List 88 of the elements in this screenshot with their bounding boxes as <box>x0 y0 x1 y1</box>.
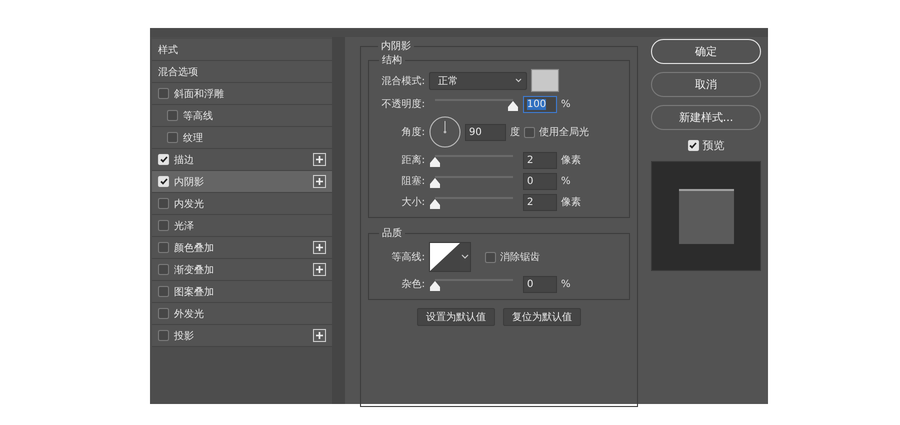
item-label: 外发光 <box>174 308 205 320</box>
dialog-button[interactable]: 取消 <box>651 72 761 97</box>
checkbox-label: 预览 <box>702 138 724 153</box>
slider-thumb[interactable] <box>508 101 518 111</box>
group-title: 品质 <box>381 226 403 240</box>
number-field[interactable]: 90 <box>465 124 506 140</box>
checkbox[interactable] <box>158 286 169 297</box>
style-list-item[interactable]: 光泽 <box>152 215 332 237</box>
checkbox[interactable] <box>167 132 178 143</box>
checkbox-label: 消除锯齿 <box>500 250 540 264</box>
item-label: 斜面和浮雕 <box>174 88 225 100</box>
checkbox[interactable] <box>158 88 169 99</box>
unit-label: % <box>561 98 571 110</box>
default-button[interactable]: 复位为默认值 <box>503 308 581 326</box>
unit-label: % <box>561 176 571 186</box>
add-icon[interactable] <box>313 241 326 254</box>
style-list-item[interactable]: 内阴影 <box>152 171 332 193</box>
item-label: 混合选项 <box>158 66 199 78</box>
style-list-item[interactable]: 样式 <box>152 39 332 61</box>
item-label: 样式 <box>158 44 179 56</box>
chevron-down-icon <box>515 78 522 83</box>
group-title: 结构 <box>381 54 403 67</box>
checkbox[interactable] <box>524 126 535 138</box>
item-label: 图案叠加 <box>174 286 215 298</box>
number-field[interactable]: 100 <box>523 96 557 112</box>
field-label: 距离: <box>400 154 425 167</box>
color-swatch[interactable] <box>531 69 559 92</box>
dialog-button[interactable]: 确定 <box>651 39 761 64</box>
slider-thumb[interactable] <box>430 199 440 209</box>
add-icon[interactable] <box>313 175 326 188</box>
field-label: 杂色: <box>400 278 425 291</box>
angle-dial[interactable] <box>429 116 461 148</box>
style-list-item[interactable]: 描边 <box>152 149 332 171</box>
field-label: 阻塞: <box>400 174 425 188</box>
unit-label: % <box>561 278 571 290</box>
number-field[interactable]: 2 <box>523 152 557 168</box>
checkbox[interactable] <box>158 242 169 253</box>
preview-square <box>678 188 734 244</box>
unit-label: 度 <box>510 126 520 139</box>
item-label: 描边 <box>174 154 195 166</box>
dialog-button[interactable]: 新建样式... <box>651 105 761 130</box>
add-icon[interactable] <box>313 153 326 166</box>
style-list-item[interactable]: 等高线 <box>152 105 332 127</box>
style-list-item[interactable]: 外发光 <box>152 303 332 325</box>
checkbox[interactable] <box>158 308 169 319</box>
style-list-item[interactable]: 斜面和浮雕 <box>152 83 332 105</box>
slider-thumb[interactable] <box>430 281 440 291</box>
item-label: 内发光 <box>174 198 205 210</box>
field-label: 大小: <box>400 196 425 209</box>
style-list-item[interactable]: 渐变叠加 <box>152 259 332 281</box>
item-label: 颜色叠加 <box>174 242 215 254</box>
item-label: 光泽 <box>174 220 195 232</box>
unit-label: 像素 <box>561 196 581 209</box>
blend-mode-dropdown[interactable]: 正常 <box>429 72 527 90</box>
field-label: 混合模式: <box>380 74 425 88</box>
item-label: 等高线 <box>183 110 214 122</box>
number-field[interactable]: 0 <box>523 172 557 190</box>
checkbox[interactable] <box>158 330 169 341</box>
slider-thumb[interactable] <box>430 157 440 167</box>
checkbox-label: 使用全局光 <box>539 126 589 139</box>
style-list-item[interactable]: 颜色叠加 <box>152 237 332 259</box>
group-title: 内阴影 <box>380 40 412 53</box>
item-label: 渐变叠加 <box>174 264 215 276</box>
checkbox[interactable] <box>158 220 169 231</box>
slider-thumb[interactable] <box>430 178 440 188</box>
checkbox[interactable] <box>158 198 169 209</box>
field-label: 角度: <box>400 126 425 139</box>
number-field[interactable]: 2 <box>523 194 557 210</box>
item-label: 内阴影 <box>174 176 205 188</box>
field-label: 等高线: <box>390 250 425 264</box>
style-list-item[interactable]: 内发光 <box>152 193 332 215</box>
style-list-item[interactable]: 图案叠加 <box>152 281 332 303</box>
add-icon[interactable] <box>313 329 326 342</box>
style-list-item[interactable]: 混合选项 <box>152 61 332 83</box>
contour-picker[interactable] <box>429 242 471 272</box>
number-field[interactable]: 0 <box>523 276 557 292</box>
item-label: 投影 <box>174 330 195 342</box>
checkbox[interactable] <box>167 110 178 121</box>
style-list-item[interactable]: 投影 <box>152 325 332 347</box>
style-list-item[interactable]: 纹理 <box>152 127 332 149</box>
add-icon[interactable] <box>313 263 326 276</box>
unit-label: 像素 <box>561 154 581 167</box>
default-button[interactable]: 设置为默认值 <box>417 308 495 326</box>
field-label: 不透明度: <box>380 98 425 111</box>
checkbox[interactable] <box>485 252 496 262</box>
checkbox[interactable] <box>158 264 169 275</box>
chevron-down-icon[interactable] <box>460 243 470 271</box>
item-label: 纹理 <box>183 132 204 144</box>
